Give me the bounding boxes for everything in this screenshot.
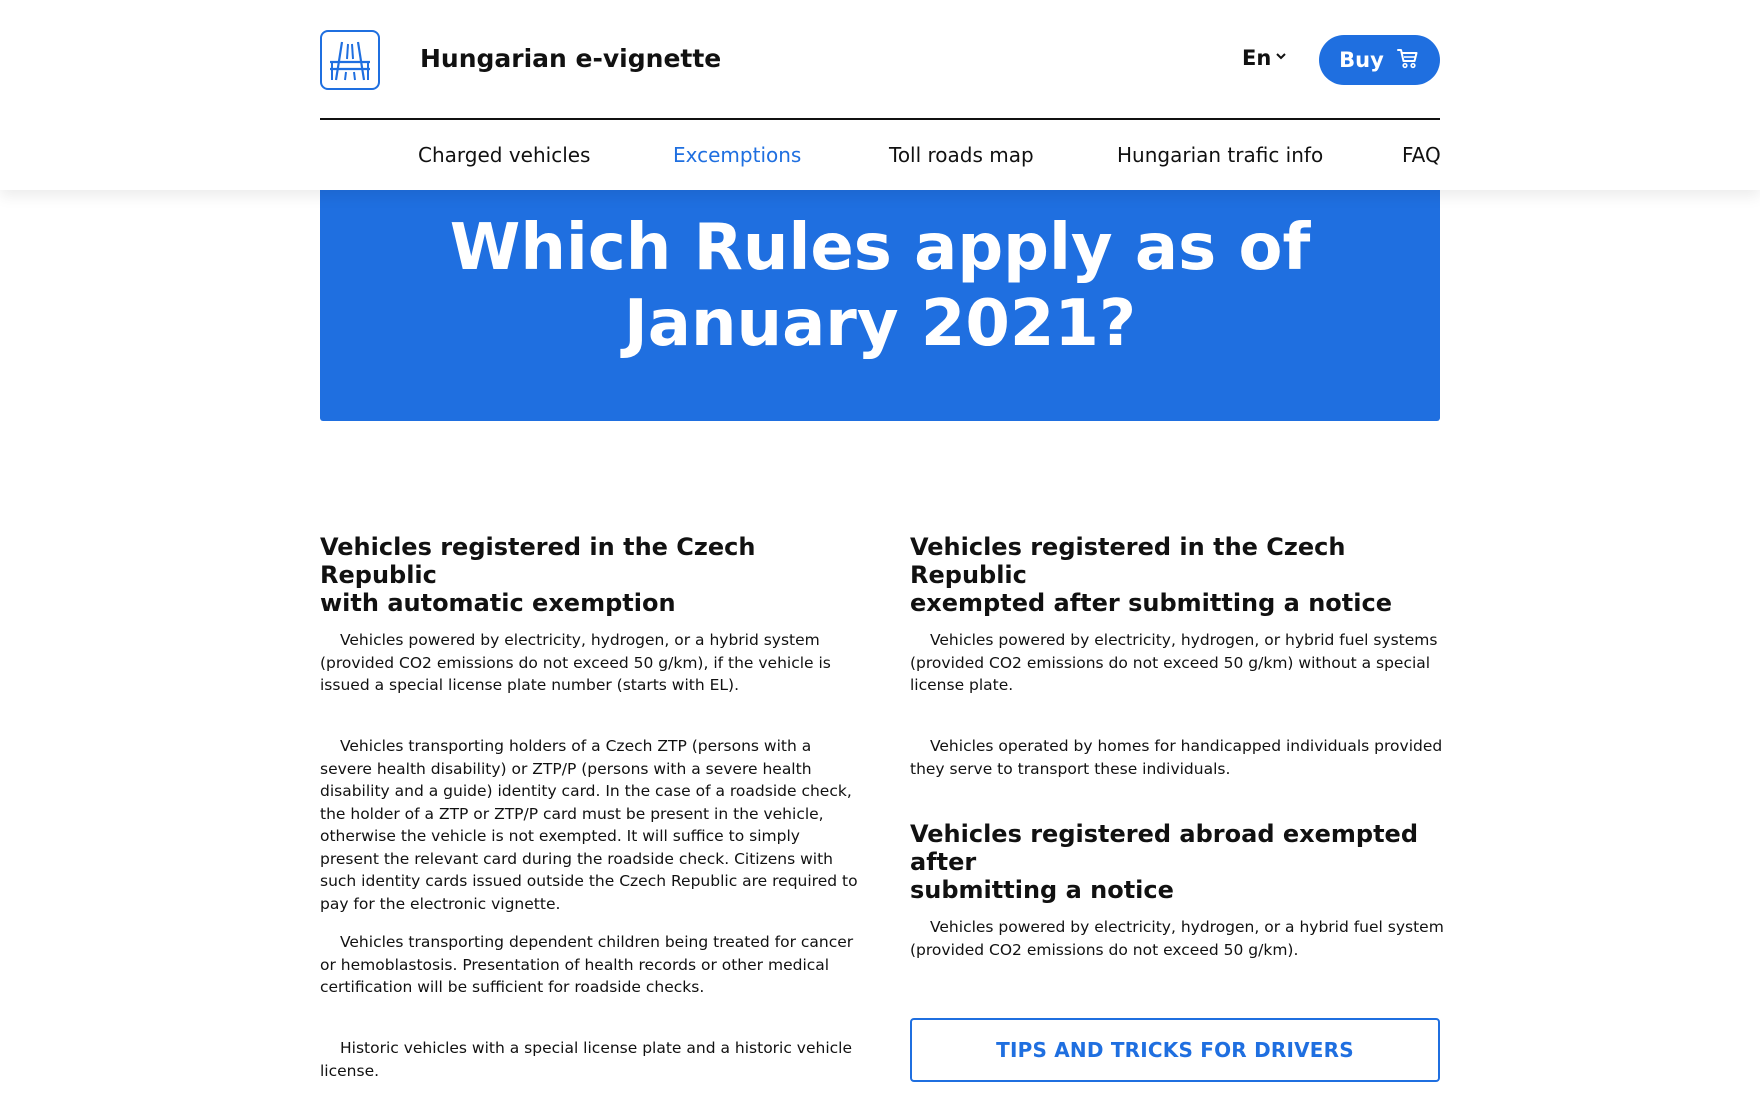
left-heading: Vehicles registered in the Czech Republi… xyxy=(320,533,860,617)
nav-faq[interactable]: FAQ xyxy=(1402,143,1441,167)
hero-banner: Which Rules apply as of January 2021? xyxy=(320,190,1440,421)
nav-exemptions[interactable]: Excemptions xyxy=(673,143,801,167)
shopping-cart-icon xyxy=(1396,46,1420,75)
tips-and-tricks-button[interactable]: TIPS AND TRICKS FOR DRIVERS xyxy=(910,1018,1440,1082)
right-heading-czech-notice: Vehicles registered in the Czech Republi… xyxy=(910,533,1450,617)
right-heading-abroad-notice: Vehicles registered abroad exempted afte… xyxy=(910,820,1450,904)
hero-title-line-1: Which Rules apply as of xyxy=(449,211,1311,285)
highway-road-icon[interactable] xyxy=(320,30,380,90)
left-paragraph: Vehicles transporting dependent children… xyxy=(320,933,854,996)
right-heading-2-line-1: Vehicles registered abroad exempted afte… xyxy=(910,820,1419,876)
right-paragraph: Vehicles powered by electricity, hydroge… xyxy=(910,918,1444,959)
left-paragraph: Historic vehicles with a special license… xyxy=(320,1039,853,1080)
right-paragraph: Vehicles operated by homes for handicapp… xyxy=(910,737,1443,778)
logo-graphic xyxy=(330,41,370,81)
nav-toll-roads-map[interactable]: Toll roads map xyxy=(889,143,1034,167)
right-heading-2-line-2: submitting a notice xyxy=(910,876,1174,904)
tips-button-label: TIPS AND TRICKS FOR DRIVERS xyxy=(996,1038,1354,1062)
hero-title: Which Rules apply as of January 2021? xyxy=(320,210,1440,362)
language-label: En xyxy=(1242,46,1272,70)
language-selector[interactable]: En xyxy=(1242,46,1287,70)
right-heading-1-line-1: Vehicles registered in the Czech Republi… xyxy=(910,533,1346,589)
left-heading-line-2: with automatic exemption xyxy=(320,589,676,617)
left-heading-line-1: Vehicles registered in the Czech Republi… xyxy=(320,533,756,589)
site-header: Hungarian e-vignette En Buy Charged vehi… xyxy=(0,0,1760,190)
left-paragraph: Vehicles powered by electricity, hydroge… xyxy=(320,631,831,694)
buy-label: Buy xyxy=(1339,48,1384,72)
nav-charged-vehicles[interactable]: Charged vehicles xyxy=(418,143,590,167)
right-heading-1-line-2: exempted after submitting a notice xyxy=(910,589,1392,617)
site-title[interactable]: Hungarian e-vignette xyxy=(420,44,721,73)
header-divider xyxy=(320,118,1440,120)
nav-hungarian-traffic-info[interactable]: Hungarian trafic info xyxy=(1117,143,1323,167)
right-paragraph: Vehicles powered by electricity, hydroge… xyxy=(910,631,1438,694)
hero-title-line-2: January 2021? xyxy=(623,287,1137,361)
chevron-down-icon xyxy=(1275,50,1287,66)
buy-button[interactable]: Buy xyxy=(1319,35,1440,85)
left-paragraph: Vehicles transporting holders of a Czech… xyxy=(320,737,858,913)
